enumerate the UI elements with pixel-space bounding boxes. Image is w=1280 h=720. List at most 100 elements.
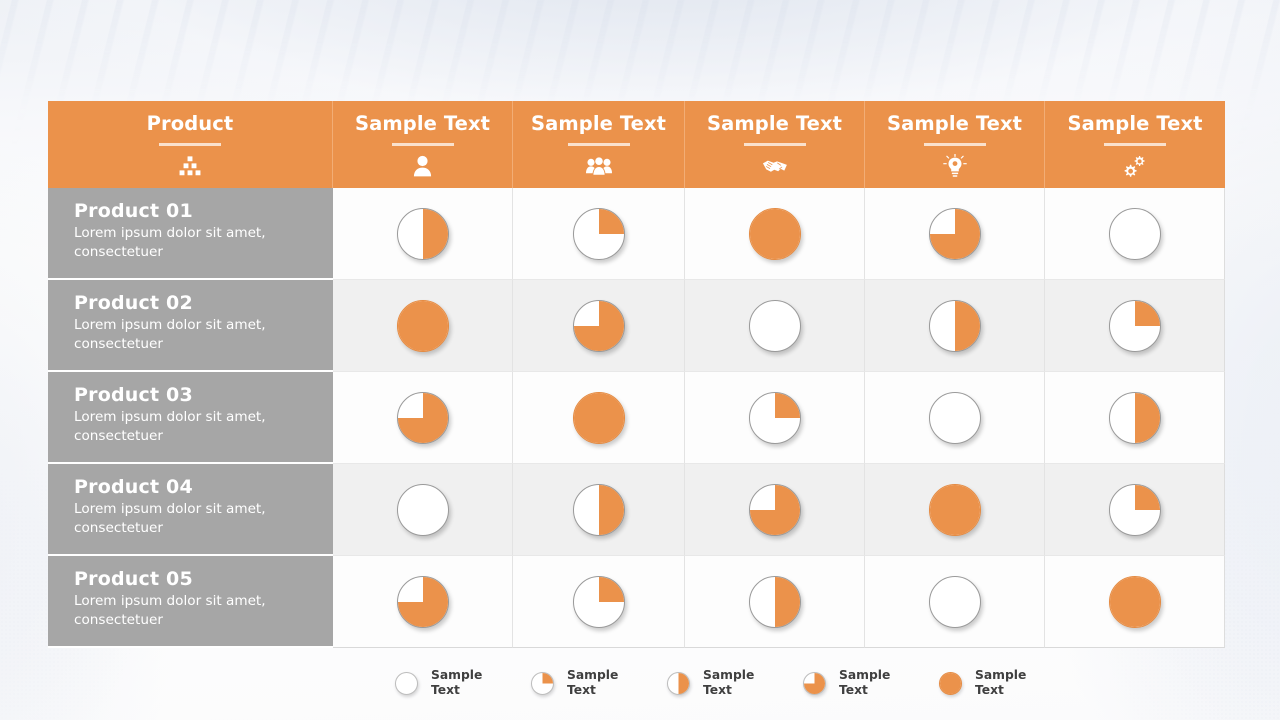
column-header-5[interactable]: Sample Text (1045, 101, 1225, 188)
rating-cell[interactable] (865, 464, 1045, 556)
header-divider-rule (391, 143, 454, 146)
pie-rating-marker (572, 391, 625, 444)
table-row: Product 05 Lorem ipsum dolor sit amet, co… (48, 556, 1226, 648)
boxes-stack-icon (177, 153, 203, 179)
product-description: Lorem ipsum dolor sit amet, consectetuer (74, 593, 266, 628)
pie-rating-marker (396, 575, 449, 628)
pie-rating-marker (396, 483, 449, 536)
product-description: Lorem ipsum dolor sit amet, consectetuer (74, 225, 266, 260)
product-label-cell[interactable]: Product 02 Lorem ipsum dolor sit amet, co… (48, 280, 333, 372)
rating-cell[interactable] (333, 188, 513, 280)
pie-rating-marker (748, 207, 801, 260)
legend-label: Sample Text (975, 668, 1027, 697)
pie-rating-marker (1108, 391, 1161, 444)
pie-rating-marker (748, 483, 801, 536)
legend-item[interactable]: Sample Text (395, 668, 531, 698)
rating-cell[interactable] (333, 464, 513, 556)
rating-cell[interactable] (513, 464, 685, 556)
rating-cell[interactable] (865, 556, 1045, 648)
rating-cell[interactable] (333, 556, 513, 648)
pie-wedge (573, 576, 624, 627)
legend-pie-swatch (803, 671, 826, 695)
pie-wedge (929, 300, 980, 351)
column-header-label: Sample Text (706, 112, 843, 135)
legend-item[interactable]: Sample Text (939, 668, 1075, 698)
column-header-1[interactable]: Sample Text (333, 101, 513, 188)
product-label-cell[interactable]: Product 03 Lorem ipsum dolor sit amet, co… (48, 372, 333, 464)
pie-wedge (930, 577, 980, 627)
table-row: Product 03 Lorem ipsum dolor sit amet, co… (48, 372, 1226, 464)
pie-rating-marker (572, 207, 625, 260)
matrix-header-row: Product Sample Text Sample Text Sample T… (48, 101, 1226, 188)
pie-wedge (749, 484, 800, 535)
product-description: Lorem ipsum dolor sit amet, consectetuer (74, 409, 266, 444)
product-description: Lorem ipsum dolor sit amet, consectetuer (74, 317, 266, 352)
pie-rating-marker (928, 575, 981, 628)
rating-cell[interactable] (333, 280, 513, 372)
product-comparison-matrix: Product Sample Text Sample Text Sample T… (48, 101, 1226, 648)
pie-rating-marker (1108, 483, 1161, 536)
pie-wedge (398, 485, 448, 535)
product-label-cell[interactable]: Product 01 Lorem ipsum dolor sit amet, co… (48, 188, 333, 280)
rating-cell[interactable] (685, 280, 865, 372)
product-title: Product 02 (74, 292, 193, 314)
legend-pie-wedge (396, 673, 417, 694)
rating-cell[interactable] (685, 188, 865, 280)
rating-cell[interactable] (865, 188, 1045, 280)
product-label-cell[interactable]: Product 05 Lorem ipsum dolor sit amet, co… (48, 556, 333, 648)
rating-cell[interactable] (865, 280, 1045, 372)
gears-icon (1122, 153, 1148, 179)
legend-pie-swatch (531, 671, 554, 695)
rating-cell[interactable] (685, 372, 865, 464)
rating-cell[interactable] (1045, 464, 1225, 556)
column-header-product[interactable]: Product (48, 101, 333, 188)
rating-cell[interactable] (1045, 556, 1225, 648)
pie-rating-marker (928, 483, 981, 536)
pie-wedge (929, 484, 980, 535)
rating-cell[interactable] (865, 372, 1045, 464)
rating-cell[interactable] (513, 188, 685, 280)
rating-cell[interactable] (1045, 188, 1225, 280)
pie-rating-marker (572, 299, 625, 352)
pie-wedge (397, 576, 448, 627)
pie-wedge (573, 208, 624, 259)
pie-wedge (1110, 209, 1160, 259)
rating-cell[interactable] (513, 556, 685, 648)
rating-cell[interactable] (333, 372, 513, 464)
pie-rating-marker (1108, 299, 1161, 352)
product-label-cell[interactable]: Product 04 Lorem ipsum dolor sit amet, co… (48, 464, 333, 556)
product-title: Product 01 (74, 200, 193, 222)
pie-rating-marker (748, 391, 801, 444)
rating-cell[interactable] (685, 464, 865, 556)
pie-wedge (750, 301, 800, 351)
legend-item[interactable]: Sample Text (531, 668, 667, 698)
column-header-2[interactable]: Sample Text (513, 101, 685, 188)
rating-cell[interactable] (513, 372, 685, 464)
pie-rating-marker (928, 207, 981, 260)
column-header-3[interactable]: Sample Text (685, 101, 865, 188)
legend-pie-swatch (395, 671, 418, 695)
pie-wedge (749, 208, 800, 259)
pie-wedge (930, 393, 980, 443)
pie-wedge (1109, 392, 1160, 443)
header-divider-rule (743, 143, 806, 146)
product-title: Product 04 (74, 476, 193, 498)
rating-cell[interactable] (513, 280, 685, 372)
pie-wedge (1109, 576, 1160, 627)
rating-cell[interactable] (1045, 372, 1225, 464)
pie-wedge (397, 300, 448, 351)
pie-wedge (749, 576, 800, 627)
product-description: Lorem ipsum dolor sit amet, consectetuer (74, 501, 266, 536)
rating-cell[interactable] (685, 556, 865, 648)
legend-item[interactable]: Sample Text (667, 668, 803, 698)
legend-pie-wedge (940, 672, 961, 694)
rating-cell[interactable] (1045, 280, 1225, 372)
pie-rating-marker (928, 299, 981, 352)
legend-pie-wedge (804, 672, 825, 694)
legend-item[interactable]: Sample Text (803, 668, 939, 698)
column-header-4[interactable]: Sample Text (865, 101, 1045, 188)
header-divider-rule (923, 143, 986, 146)
pie-rating-marker (1108, 575, 1161, 628)
pie-rating-marker (748, 299, 801, 352)
column-header-label: Product (146, 112, 234, 135)
